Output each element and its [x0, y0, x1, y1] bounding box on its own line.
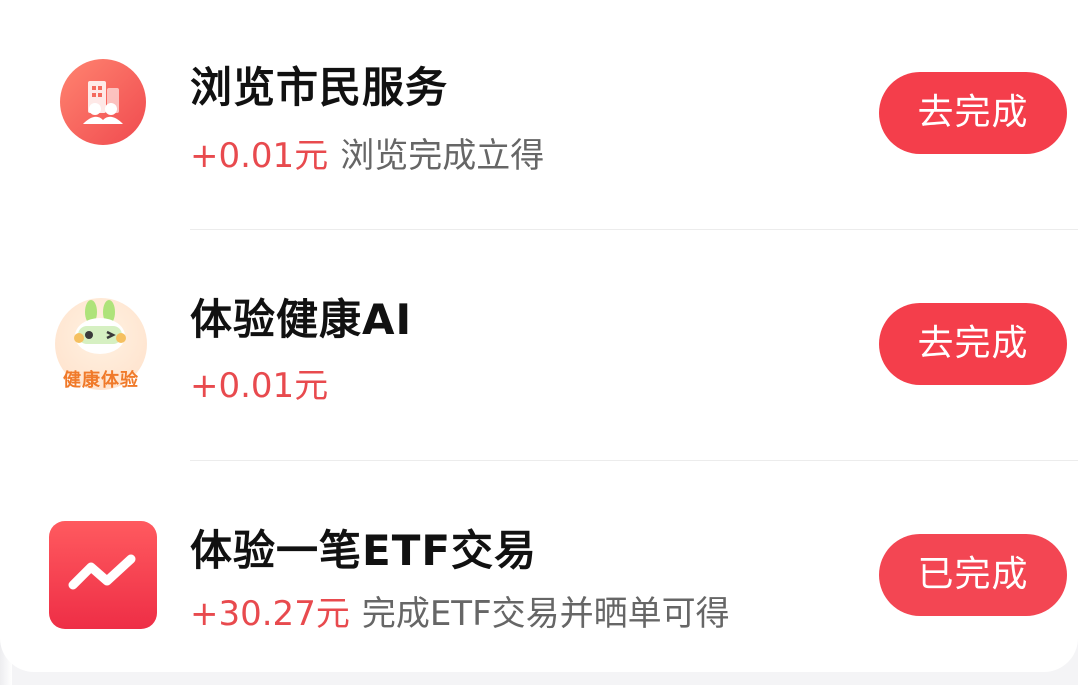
stock-trend-icon	[47, 519, 159, 631]
task-title: 体验健康AI	[190, 295, 413, 344]
go-complete-button[interactable]: 去完成	[879, 72, 1067, 154]
reward-amount: +0.01元	[190, 136, 329, 176]
task-description: 浏览完成立得	[340, 136, 545, 176]
task-list-card: 浏览市民服务 +0.01元 浏览完成立得 去完成 健康体验 体验健康AI +0.…	[0, 0, 1078, 672]
health-icon-label: 健康体验	[63, 370, 139, 391]
reward-amount: +0.01元	[190, 366, 329, 406]
task-item-etf-trade: 体验一笔ETF交易 +30.27元 完成ETF交易并晒单可得 已完成	[0, 461, 1078, 681]
task-title: 浏览市民服务	[190, 63, 449, 112]
task-subtitle: +30.27元 完成ETF交易并晒单可得	[190, 586, 730, 635]
go-complete-button[interactable]: 去完成	[879, 303, 1067, 385]
task-title: 体验一笔ETF交易	[190, 526, 538, 575]
health-ai-icon: 健康体验	[45, 292, 157, 404]
task-subtitle: +0.01元 浏览完成立得	[190, 128, 544, 177]
reward-amount: +30.27元	[190, 594, 350, 634]
completed-button[interactable]: 已完成	[879, 534, 1067, 616]
city-services-icon	[47, 46, 159, 158]
task-item-health-ai: 健康体验 体验健康AI +0.01元 去完成	[0, 230, 1078, 450]
task-subtitle: +0.01元	[190, 358, 328, 407]
task-description: 完成ETF交易并晒单可得	[361, 594, 730, 634]
task-item-city-services: 浏览市民服务 +0.01元 浏览完成立得 去完成	[0, 0, 1078, 220]
